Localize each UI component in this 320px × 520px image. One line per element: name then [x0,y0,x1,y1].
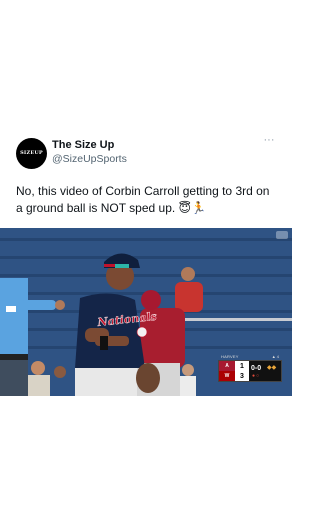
outs-indicator: ●○ [252,373,261,379]
bases-icon: ◆◆ [267,365,277,371]
team-logo: A [225,363,229,369]
video-player[interactable]: Nationals HARVEY ▲ 4 A 1 W 3 0-0 ◆◆ ●○ [0,228,292,396]
team-score: 1 [235,361,249,371]
scorebug-team-row-home: W 3 [219,371,249,381]
post-header: SIZEUP The Size Up @SizeUpSports ··· [16,133,278,173]
avatar[interactable]: SIZEUP [16,138,47,169]
team-logo: W [224,373,230,379]
more-options-button[interactable]: ··· [260,135,278,149]
pitch-count: 0-0 [251,365,262,372]
team-score: 3 [235,371,249,381]
scorebug-team-row-away: A 1 [219,361,249,371]
display-name[interactable]: The Size Up [52,139,114,151]
avatar-logo-text: SIZEUP [20,150,43,156]
post-text: No, this video of Corbin Carroll getting… [16,184,270,215]
handle[interactable]: @SizeUpSports [52,153,127,165]
more-horizontal-icon: ··· [263,134,275,146]
scorebug-batter: HARVEY [221,354,239,359]
scorebug: HARVEY ▲ 4 A 1 W 3 0-0 ◆◆ ●○ [218,354,282,382]
video-expand-icon[interactable] [276,231,288,239]
scorebug-inning: ▲ 4 [271,354,279,359]
